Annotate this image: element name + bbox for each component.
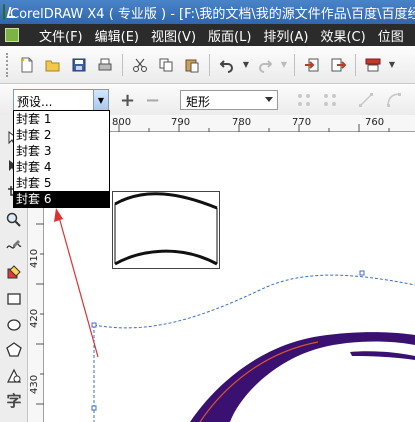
- preset-option[interactable]: 封套 3: [14, 143, 109, 159]
- preset-option[interactable]: 封套 5: [14, 175, 109, 191]
- purple-artwork-shape: [190, 332, 415, 422]
- preset-option[interactable]: 封套 1: [14, 111, 109, 127]
- preset-option-selected[interactable]: 封套 6: [14, 191, 109, 207]
- envelope-outline: [91, 270, 415, 422]
- preset-dropdown-list[interactable]: 封套 1 封套 2 封套 3 封套 4 封套 5 封套 6: [13, 110, 110, 208]
- preset-option[interactable]: 封套 4: [14, 159, 109, 175]
- envelope-preview-thumbnail: [112, 191, 220, 269]
- preset-option[interactable]: 封套 2: [14, 127, 109, 143]
- annotation-arrow: [54, 208, 99, 358]
- canvas-drawing: [54, 191, 415, 422]
